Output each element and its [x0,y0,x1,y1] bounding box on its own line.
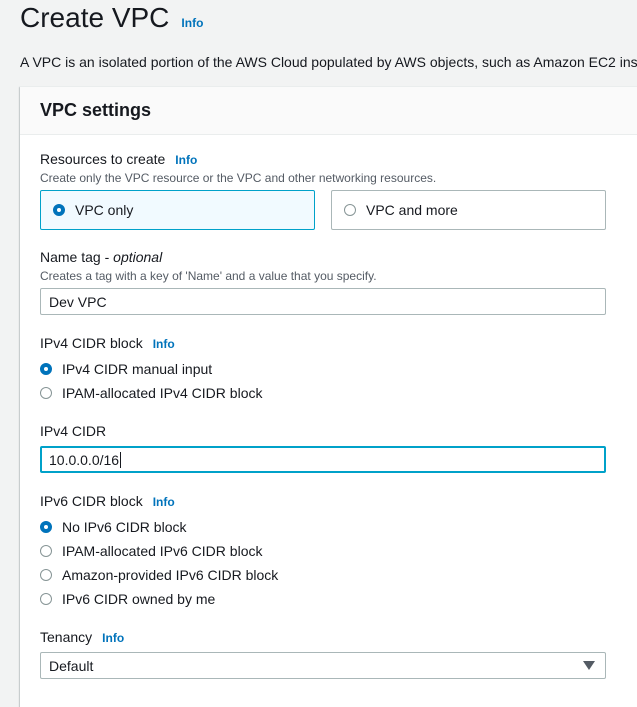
name-tag-optional: optional [113,249,163,265]
radio-ipv4-ipam-dot[interactable] [40,387,52,399]
radio-ipv6-amazon[interactable]: Amazon-provided IPv6 CIDR block [40,567,278,583]
title-info-link[interactable]: Info [181,16,203,30]
radio-ipv4-manual-dot[interactable] [40,363,52,375]
radio-ipv6-ipam-label: IPAM-allocated IPv6 CIDR block [62,543,263,559]
tile-vpc-only-label: VPC only [75,202,134,218]
radio-vpc-only[interactable] [53,204,65,216]
page-description: A VPC is an isolated portion of the AWS … [20,54,637,70]
radio-ipv6-owned-label: IPv6 CIDR owned by me [62,591,216,607]
page-title-text: Create VPC [20,2,170,33]
resources-label: Resources to create [40,151,166,167]
ipv4-block-label: IPv4 CIDR block [40,335,143,351]
radio-ipv4-ipam[interactable]: IPAM-allocated IPv4 CIDR block [40,385,262,401]
tenancy-select[interactable]: Default [40,652,606,679]
name-tag-description: Creates a tag with a key of 'Name' and a… [40,269,377,283]
page-title: Create VPC Info [20,2,203,34]
tenancy-info-link[interactable]: Info [102,631,124,645]
ipv4-cidr-value: 10.0.0.0/16 [49,451,120,468]
resources-label-row: Resources to create Info [40,151,197,167]
radio-ipv6-none[interactable]: No IPv6 CIDR block [40,519,186,535]
ipv6-block-label-row: IPv6 CIDR block Info [40,493,175,509]
name-tag-separator: - [100,249,114,265]
radio-ipv4-manual-label: IPv4 CIDR manual input [62,361,213,377]
radio-ipv6-owned[interactable]: IPv6 CIDR owned by me [40,591,215,607]
panel-title: VPC settings [40,100,152,120]
ipv4-cidr-label-row: IPv4 CIDR [40,423,106,439]
ipv4-cidr-input[interactable]: 10.0.0.0/16 [40,446,606,473]
radio-ipv6-owned-dot[interactable] [40,593,52,605]
ipv4-block-info-link[interactable]: Info [153,337,175,351]
ipv4-block-label-row: IPv4 CIDR block Info [40,335,175,351]
radio-ipv6-ipam[interactable]: IPAM-allocated IPv6 CIDR block [40,543,262,559]
vpc-settings-panel: VPC settings Resources to create Info Cr… [20,86,637,707]
tenancy-label-row: Tenancy Info [40,629,124,645]
radio-ipv6-amazon-label: Amazon-provided IPv6 CIDR block [62,567,279,583]
radio-ipv6-none-dot[interactable] [40,521,52,533]
caret-down-icon [583,661,595,670]
text-caret [120,451,122,468]
ipv4-cidr-label: IPv4 CIDR [40,423,107,439]
name-tag-label: Name tag [40,249,101,265]
tile-vpc-and-more-label: VPC and more [366,202,458,218]
tenancy-value: Default [49,657,94,674]
radio-ipv4-ipam-label: IPAM-allocated IPv4 CIDR block [62,385,263,401]
resources-description: Create only the VPC resource or the VPC … [40,171,437,185]
radio-ipv6-amazon-dot[interactable] [40,569,52,581]
ipv6-block-info-link[interactable]: Info [153,495,175,509]
radio-vpc-and-more[interactable] [344,204,356,216]
tile-vpc-only[interactable]: VPC only [40,190,315,230]
panel-header: VPC settings [20,87,637,135]
resources-info-link[interactable]: Info [175,153,197,167]
name-tag-input[interactable] [40,288,606,315]
name-tag-label-row: Name tag - optional [40,249,162,265]
radio-ipv4-manual[interactable]: IPv4 CIDR manual input [40,361,212,377]
tile-vpc-and-more[interactable]: VPC and more [331,190,606,230]
radio-ipv6-ipam-dot[interactable] [40,545,52,557]
ipv6-block-label: IPv6 CIDR block [40,493,143,509]
tenancy-label: Tenancy [40,629,93,645]
radio-ipv6-none-label: No IPv6 CIDR block [62,519,187,535]
